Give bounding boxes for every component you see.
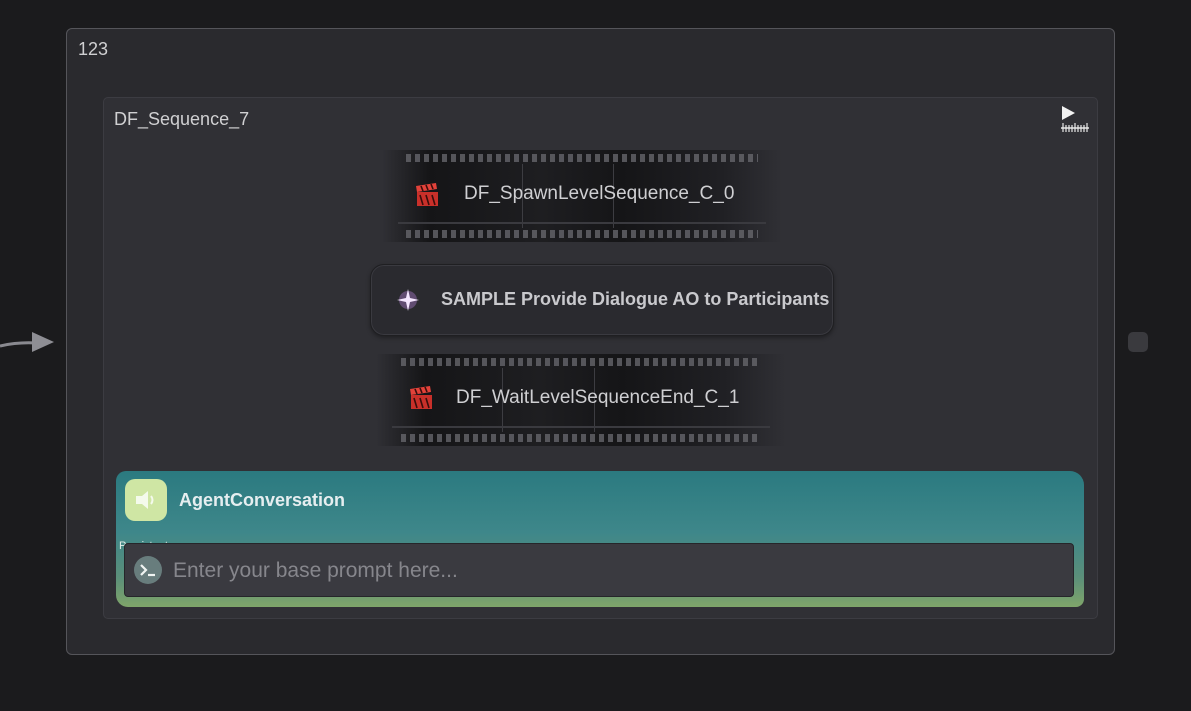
film-perforation	[400, 434, 762, 442]
base-prompt-input[interactable]	[171, 551, 1065, 591]
sequence-title: DF_Sequence_7	[114, 109, 250, 129]
step-label: DF_WaitLevelSequenceEnd_C_1	[456, 387, 740, 408]
terminal-icon	[140, 564, 155, 577]
terminal-icon-badge	[134, 556, 162, 584]
step-label: DF_SpawnLevelSequence_C_0	[464, 183, 735, 204]
input-wire	[0, 332, 54, 352]
step-wait-level-sequence-end[interactable]: DF_WaitLevelSequenceEnd_C_1	[376, 354, 786, 446]
film-perforation	[400, 358, 762, 366]
clapperboard-icon	[410, 386, 432, 409]
film-perforation	[406, 230, 758, 238]
outer-node[interactable]: 123 DF_Sequence_7 DF_SpawnLevelSequence_…	[66, 28, 1115, 655]
film-underline	[398, 222, 766, 224]
step-provide-dialogue[interactable]: SAMPLE Provide Dialogue AO to Participan…	[370, 264, 834, 336]
film-perforation	[406, 154, 758, 162]
step-label: SAMPLE Provide Dialogue AO to Participan…	[441, 289, 830, 309]
outer-node-title: 123	[78, 39, 109, 59]
agent-title: AgentConversation	[179, 490, 346, 510]
film-underline	[392, 426, 770, 428]
base-prompt-field[interactable]	[124, 543, 1074, 597]
agent-conversation-node[interactable]: AgentConversation Persistent	[116, 471, 1084, 607]
sequence-node[interactable]: DF_Sequence_7 DF_SpawnLevelSequence_C_0 …	[103, 97, 1098, 619]
output-pin[interactable]	[1128, 332, 1148, 352]
speaker-icon	[136, 491, 154, 509]
step-spawn-level-sequence[interactable]: DF_SpawnLevelSequence_C_0	[382, 150, 782, 242]
clapperboard-icon	[416, 183, 438, 206]
sparkle-icon	[397, 289, 419, 311]
play-timeline-icon[interactable]	[1059, 104, 1091, 134]
speaker-icon-badge	[125, 479, 167, 521]
